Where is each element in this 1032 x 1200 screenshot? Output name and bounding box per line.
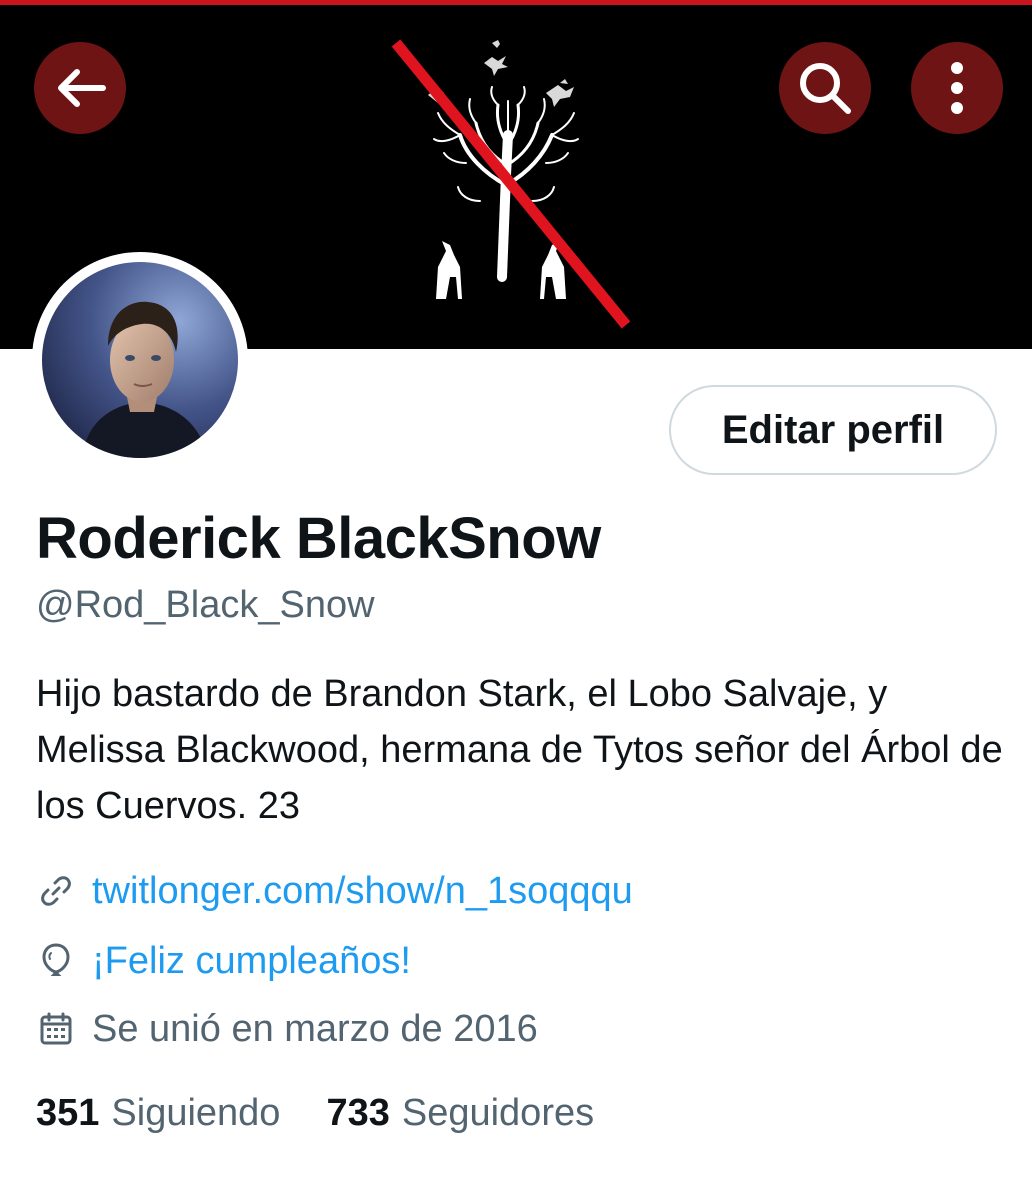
following-count: 351 [36,1092,100,1134]
follow-stats: 351 Siguiendo 733 Seguidores [36,1092,640,1135]
display-name: Roderick BlackSnow [36,506,601,571]
banner-tree-wolves-image [391,39,631,329]
profile-page: Editar perfil Roderick BlackSnow @Rod_Bl… [0,0,1032,1200]
joined-row: Se unió en marzo de 2016 [36,1004,538,1054]
edit-profile-button[interactable]: Editar perfil [669,385,997,475]
search-button[interactable] [779,42,871,134]
more-vertical-icon [951,62,963,114]
following-label: Siguiendo [111,1092,281,1134]
avatar[interactable] [32,252,248,468]
birthday-link[interactable]: ¡Feliz cumpleaños! [92,940,411,983]
user-handle: @Rod_Black_Snow [36,584,375,626]
followers-link[interactable]: 733 Seguidores [326,1092,594,1135]
birthday-row: ¡Feliz cumpleaños! [36,936,411,986]
balloon-icon [36,941,76,981]
back-button[interactable] [34,42,126,134]
link-icon [36,871,76,911]
profile-link[interactable]: twitlonger.com/show/n_1soqqqu [92,870,633,913]
profile-bio: Hijo bastardo de Brandon Stark, el Lobo … [36,673,1003,827]
following-link[interactable]: 351 Siguiendo [36,1092,280,1135]
followers-label: Seguidores [401,1092,595,1134]
avatar-photo [42,262,238,458]
arrow-left-icon [58,69,106,107]
profile-link-row: twitlonger.com/show/n_1soqqqu [36,866,633,916]
joined-date: Se unió en marzo de 2016 [92,1007,538,1050]
followers-count: 733 [326,1092,390,1134]
search-icon [800,63,851,114]
more-options-button[interactable] [911,42,1003,134]
calendar-icon [36,1009,76,1049]
